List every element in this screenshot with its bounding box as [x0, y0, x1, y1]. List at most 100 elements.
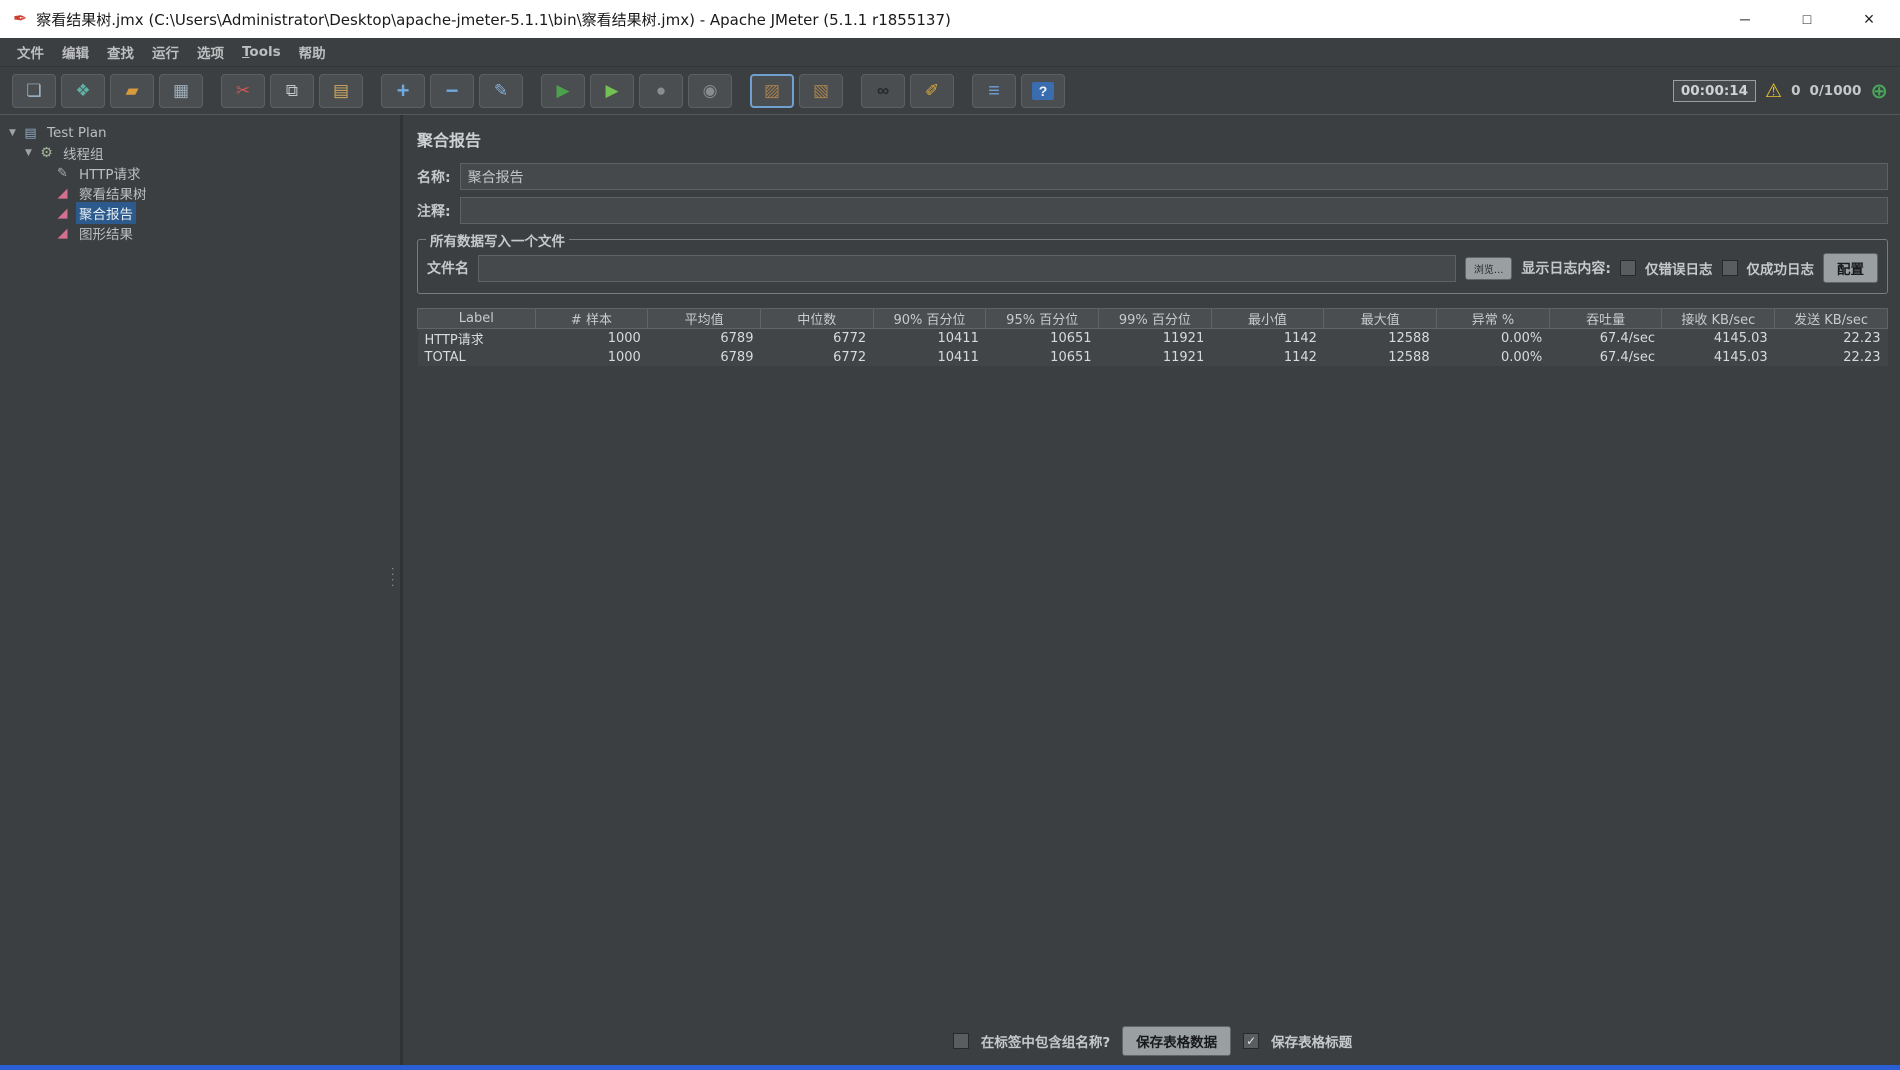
write-results-group-title: 所有数据写入一个文件	[426, 230, 569, 250]
paste-clipboard-icon: ▤	[332, 81, 350, 100]
cell-samples: 1000	[535, 348, 648, 366]
cell-label: HTTP请求	[417, 328, 536, 348]
jmeter-app-icon: ✒	[13, 9, 28, 29]
browse-button[interactable]: 浏览...	[1464, 256, 1513, 280]
column-header-min: 最小值	[1210, 308, 1325, 329]
function-helper-icon: ≡	[988, 79, 1000, 102]
column-header-99pct: 99% 百分位	[1098, 308, 1212, 329]
help-button[interactable]: ?	[1021, 73, 1065, 108]
aggregate-table: Label # 样本 平均值 中位数 90% 百分位 95% 百分位 99% 百…	[417, 308, 1888, 366]
titlebar: ✒ 察看结果树.jmx (C:\Users\Administrator\Desk…	[0, 0, 1900, 38]
errors-only-label: 仅错误日志	[1645, 262, 1713, 278]
filename-input[interactable]	[478, 254, 1456, 282]
open-folder-icon: ▰	[125, 81, 139, 100]
cell-error-pct: 0.00%	[1436, 328, 1550, 348]
tree-item-thread-group[interactable]: ▼ ⚙ 线程组	[0, 143, 400, 163]
save-table-header-label: 保存表格标题	[1271, 1035, 1353, 1051]
expand-all-plus-icon: +	[396, 77, 410, 103]
menu-help[interactable]: 帮助	[290, 39, 335, 65]
close-button[interactable]: ×	[1838, 0, 1900, 38]
clear-button[interactable]: ▨	[750, 73, 794, 108]
toggle-button[interactable]: ✎	[479, 73, 523, 108]
test-plan-icon: ▤	[24, 125, 37, 141]
tree-item-graph-results[interactable]: ◢ 图形结果	[0, 223, 400, 244]
toggle-pencil-icon: ✎	[493, 81, 509, 100]
table-row: HTTP请求 1000 6789 6772 10411 10651 11921 …	[417, 328, 1888, 348]
menu-file[interactable]: 文件	[8, 39, 53, 65]
column-header-samples: # 样本	[534, 308, 649, 329]
menu-search[interactable]: 查找	[98, 39, 143, 65]
cell-sent-kb: 22.23	[1774, 328, 1888, 348]
function-helper-button[interactable]: ≡	[972, 73, 1016, 108]
cell-error-pct: 0.00%	[1436, 348, 1550, 366]
column-header-received-kb: 接收 KB/sec	[1661, 308, 1776, 329]
save-table-data-button[interactable]: 保存表格数据	[1122, 1026, 1232, 1056]
copy-button[interactable]: ⧉	[270, 73, 314, 108]
close-icon: ×	[1863, 8, 1875, 29]
maximize-button[interactable]: □	[1776, 0, 1838, 38]
search-button[interactable]: ∞	[861, 73, 905, 108]
cut-button[interactable]: ✂	[221, 73, 265, 108]
shutdown-button[interactable]: ◉	[688, 73, 732, 108]
save-table-header-checkbox[interactable]: ✓	[1243, 1033, 1260, 1049]
menu-edit[interactable]: 编辑	[53, 39, 98, 65]
include-group-name-label: 在标签中包含组名称?	[980, 1035, 1111, 1051]
expander-icon[interactable]: ▼	[22, 148, 35, 158]
templates-icon: ❖	[75, 81, 91, 100]
include-group-name-checkbox[interactable]	[952, 1033, 969, 1049]
error-count: 0	[1791, 82, 1801, 99]
tree-item-aggregate-report[interactable]: ◢ 聚合报告	[0, 202, 400, 224]
filename-label: 文件名	[427, 261, 469, 277]
splitter-grip[interactable]: ····	[386, 567, 399, 589]
listener-chart-icon: ◢	[57, 205, 68, 221]
paste-button[interactable]: ▤	[319, 73, 363, 108]
tree-item-label: 察看结果树	[79, 187, 147, 203]
configure-button[interactable]: 配置	[1823, 253, 1878, 283]
tree-item-test-plan[interactable]: ▼ ▤ Test Plan	[0, 123, 400, 143]
stop-button[interactable]: ●	[639, 73, 683, 108]
column-header-average: 平均值	[647, 308, 761, 329]
table-header-row: Label # 样本 平均值 中位数 90% 百分位 95% 百分位 99% 百…	[417, 308, 1888, 329]
clear-broom-icon: ▨	[763, 81, 781, 100]
start-button[interactable]: ▶	[541, 73, 585, 108]
collapse-all-button[interactable]: −	[430, 73, 474, 108]
clear-all-button[interactable]: ▧	[799, 73, 843, 108]
success-only-checkbox[interactable]	[1721, 260, 1738, 276]
toolbar: ❏ ❖ ▰ ▦ ✂ ⧉ ▤ + − ✎ ▶ ▶ ● ◉ ▨ ▧ ∞ ✐ ≡ ? …	[0, 67, 1900, 115]
menu-run[interactable]: 运行	[143, 39, 188, 65]
window-bottom-accent	[0, 1065, 1900, 1070]
tree-item-label-selected: 聚合报告	[76, 202, 136, 224]
listener-chart-icon: ◢	[57, 185, 68, 201]
templates-button[interactable]: ❖	[61, 73, 105, 108]
menu-options[interactable]: 选项	[188, 39, 233, 65]
tree-item-http-request[interactable]: ✎ HTTP请求	[0, 163, 400, 184]
tree-item-label: Test Plan	[47, 125, 107, 141]
tree-item-view-results-tree[interactable]: ◢ 察看结果树	[0, 183, 400, 204]
warning-icon[interactable]: ⚠	[1765, 80, 1782, 102]
menubar: 文件 编辑 查找 运行 选项 Tools 帮助	[0, 38, 1900, 67]
comments-input[interactable]	[459, 197, 1888, 224]
window-controls: ─ □ ×	[1714, 0, 1900, 38]
minimize-button[interactable]: ─	[1714, 0, 1776, 38]
new-file-button[interactable]: ❏	[12, 73, 56, 108]
expand-all-button[interactable]: +	[381, 73, 425, 108]
start-no-pauses-button[interactable]: ▶	[590, 73, 634, 108]
expander-icon[interactable]: ▼	[6, 128, 19, 138]
shutdown-circle-icon: ◉	[702, 81, 718, 100]
cell-average: 6789	[647, 328, 761, 348]
name-input[interactable]	[459, 163, 1888, 190]
maximize-icon: □	[1802, 11, 1812, 27]
cell-samples: 1000	[535, 328, 648, 348]
tree-item-label: HTTP请求	[79, 167, 141, 183]
errors-only-checkbox[interactable]	[1620, 260, 1636, 276]
table-footer-bar: 在标签中包含组名称? 保存表格数据 ✓ 保存表格标题	[417, 1017, 1888, 1065]
page-title: 聚合报告	[417, 131, 482, 150]
search-reset-button[interactable]: ✐	[910, 73, 954, 108]
column-header-95pct: 95% 百分位	[985, 308, 1100, 329]
save-button[interactable]: ▦	[159, 73, 203, 108]
new-file-icon: ❏	[26, 81, 42, 100]
stop-circle-icon: ●	[655, 81, 667, 100]
menu-tools[interactable]: Tools	[233, 41, 290, 63]
cell-throughput: 67.4/sec	[1549, 348, 1662, 366]
open-file-button[interactable]: ▰	[110, 73, 154, 108]
